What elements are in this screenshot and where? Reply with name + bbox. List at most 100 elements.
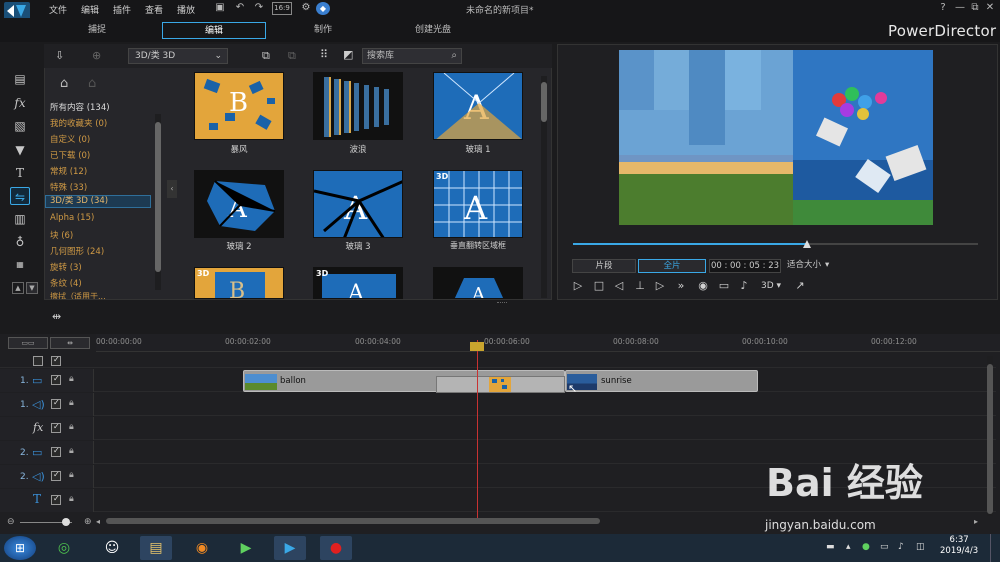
file-explorer-icon[interactable]: ▤ (140, 536, 172, 560)
pip-room-icon[interactable]: ▧ (10, 117, 30, 135)
add-to-favorites-icon[interactable]: ⧉ (262, 49, 270, 63)
thumbnail-size-icon[interactable]: ◩ (343, 48, 353, 61)
previous-frame-icon[interactable]: ◁ (611, 278, 627, 294)
tab-capture[interactable]: 捕捉 (50, 22, 144, 39)
media-room-icon[interactable]: ▤ (10, 70, 30, 88)
settings-gear-icon[interactable]: ⚙ (299, 2, 313, 15)
zoom-out-icon[interactable]: ⊖ (7, 517, 15, 527)
category-all[interactable]: 所有内容 (134) (50, 101, 110, 113)
search-icon[interactable]: ⌕ (451, 49, 457, 63)
track-enable-checkbox[interactable] (51, 494, 61, 505)
windows-start-icon[interactable]: ⊞ (4, 536, 36, 560)
zoom-in-icon[interactable]: ⊕ (84, 517, 92, 527)
transition-category-select[interactable]: 3D/类 3D ⌄ (128, 48, 228, 64)
track-enable-checkbox[interactable] (51, 422, 61, 433)
import-media-icon[interactable]: ⇩ (55, 49, 64, 62)
menu-plugins[interactable]: 插件 (113, 3, 131, 16)
movie-mode-button[interactable]: 全片 (638, 259, 706, 273)
qq-icon[interactable]: ☺ (96, 536, 128, 560)
lock-icon[interactable]: 🔒︎ (69, 446, 74, 456)
fit-timeline-icon[interactable]: ⇹ (52, 310, 61, 323)
remove-tag-icon[interactable]: ⌂ (88, 76, 96, 91)
category-geometric[interactable]: 几何图形 (24) (50, 245, 104, 257)
save-icon[interactable]: ▣ (213, 2, 227, 15)
menu-file[interactable]: 文件 (49, 3, 67, 16)
volume-icon[interactable]: ♪ (736, 278, 752, 294)
lock-icon[interactable]: 🔒︎ (69, 398, 74, 408)
category-downloaded[interactable]: 已下载 (0) (50, 149, 90, 161)
minimize-button[interactable]: — (953, 2, 967, 15)
stop-icon[interactable]: □ (591, 278, 607, 294)
lock-icon[interactable]: 🔒︎ (69, 494, 74, 504)
menu-edit[interactable]: 编辑 (81, 3, 99, 16)
aspect-ratio-icon[interactable]: 16:9 (272, 2, 292, 15)
redo-icon[interactable]: ↷ (252, 2, 266, 15)
timeline-vertical-scrollbar[interactable] (987, 356, 993, 516)
transition-thumb-row3-b[interactable]: A 3D (313, 267, 403, 299)
title-room-icon[interactable]: T (10, 164, 30, 182)
network-status-tray-icon[interactable]: ◫ (916, 542, 925, 552)
help-button[interactable]: ? (936, 2, 950, 15)
network-tray-icon[interactable]: ▭ (880, 542, 889, 552)
fx-room-icon[interactable]: fx (10, 94, 30, 112)
upgrade-icon[interactable]: ◆ (316, 2, 330, 15)
timeline-horizontal-scrollbar[interactable] (106, 518, 600, 524)
thumbnail-scrollbar[interactable] (541, 76, 547, 298)
category-custom[interactable]: 自定义 (0) (50, 133, 90, 145)
menu-view[interactable]: 查看 (145, 3, 163, 16)
rail-scroll-up-icon[interactable]: ▲ (12, 282, 24, 294)
keyboard-tray-icon[interactable]: ▬ (826, 542, 835, 552)
category-wipe[interactable]: 擦拭（适用于... (50, 291, 106, 299)
track-enable-checkbox[interactable] (51, 398, 61, 409)
360-browser-icon[interactable]: ◎ (48, 536, 80, 560)
undock-preview-icon[interactable]: ↗ (792, 278, 808, 294)
scroll-right-icon[interactable]: ▸ (974, 517, 978, 526)
show-desktop-button[interactable] (990, 534, 1000, 562)
remove-icon[interactable]: ⧉ (288, 49, 296, 63)
voice-record-icon[interactable]: ♁ (10, 233, 30, 251)
timeline-view-icon[interactable]: ⇹ (50, 337, 90, 349)
transition-thumb-wave[interactable] (313, 72, 403, 140)
undo-icon[interactable]: ↶ (233, 2, 247, 15)
transition-thumb-vertical-flip[interactable]: A 3D (433, 170, 523, 238)
grid-view-icon[interactable]: ⠿ (320, 48, 328, 61)
powerdirector-taskbar-icon[interactable]: ▶ (274, 536, 306, 560)
category-stripe[interactable]: 条纹 (4) (50, 277, 82, 289)
category-general[interactable]: 常规 (12) (50, 165, 87, 177)
recorder-icon[interactable]: ● (320, 536, 352, 560)
clip-mode-button[interactable]: 片段 (572, 259, 636, 273)
green-app-icon[interactable]: ▶ (230, 536, 262, 560)
add-tag-icon[interactable]: ⌂ (60, 76, 68, 91)
restore-button[interactable]: ⧉ (968, 2, 982, 15)
wechat-tray-icon[interactable]: ● (862, 542, 870, 552)
category-scrollbar[interactable] (155, 114, 161, 290)
audio-mixer-icon[interactable]: ▥ (10, 210, 30, 228)
transition-thumb-glass-2[interactable]: A (194, 170, 284, 238)
firefox-icon[interactable]: ◉ (186, 536, 218, 560)
category-alpha[interactable]: Alpha (15) (50, 213, 94, 223)
tab-edit[interactable]: 编辑 (162, 22, 266, 39)
snapshot-icon[interactable]: ◉ (695, 278, 711, 294)
particle-room-icon[interactable]: ▼ (10, 141, 30, 159)
category-rotate[interactable]: 旋转 (3) (50, 261, 82, 273)
transition-thumb-storm[interactable]: B (194, 72, 284, 140)
3d-mode-button[interactable]: 3D ▾ (758, 278, 784, 294)
transition-thumb-row3-c[interactable]: A (433, 267, 523, 299)
transition-room-icon[interactable]: ⇋ (10, 187, 30, 205)
category-special[interactable]: 特殊 (33) (50, 181, 87, 193)
system-clock[interactable]: 6:37 2019/4/3 (940, 535, 978, 557)
track-enable-checkbox[interactable] (51, 470, 61, 481)
transition-thumb-row3-a[interactable]: B 3D (194, 267, 284, 299)
chapter-room-icon[interactable]: ▦ (10, 256, 30, 274)
play-icon[interactable]: ▷ (570, 278, 586, 294)
library-search-input[interactable]: 搜索库 ⌕ (362, 48, 462, 64)
category-favorites[interactable]: 我的收藏夹 (0) (50, 117, 107, 129)
tray-expand-icon[interactable]: ▴ (846, 542, 851, 552)
close-button[interactable]: ✕ (983, 2, 997, 15)
menu-play[interactable]: 播放 (177, 3, 195, 16)
all-tracks-enable-checkbox[interactable] (51, 355, 61, 366)
storyboard-view-icon[interactable]: ▭▭ (8, 337, 48, 349)
zoom-slider-handle[interactable] (62, 518, 70, 526)
transition-thumb-glass-3[interactable]: A (313, 170, 403, 238)
scroll-left-icon[interactable]: ◂ (96, 517, 100, 526)
